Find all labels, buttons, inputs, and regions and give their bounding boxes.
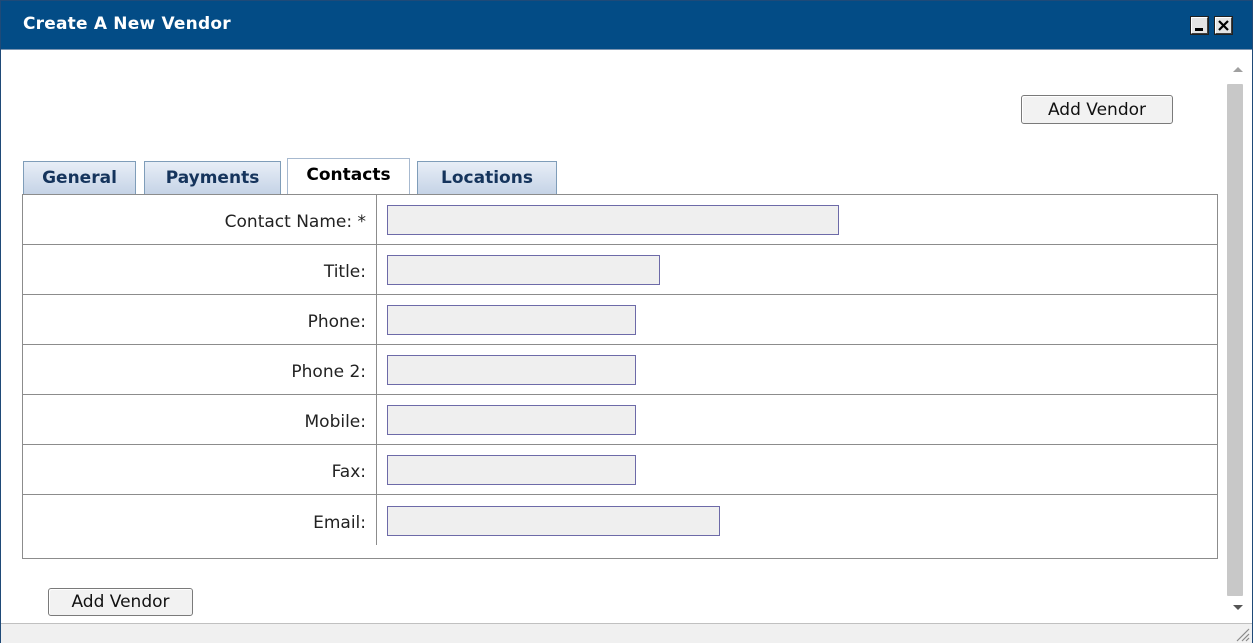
- close-button[interactable]: [1214, 16, 1233, 35]
- label-cell: Contact Name: *: [23, 195, 377, 244]
- form-row-contact-name: Contact Name: *: [23, 195, 1217, 245]
- label-cell: Mobile:: [23, 395, 377, 444]
- mobile-input[interactable]: [387, 405, 636, 435]
- vertical-scrollbar[interactable]: [1227, 50, 1252, 623]
- title-bar[interactable]: Create A New Vendor: [1, 1, 1252, 50]
- form-row-mobile: Mobile:: [23, 395, 1217, 445]
- tab-bar: General Payments Contacts Locations: [23, 158, 623, 196]
- form-row-phone-2: Phone 2:: [23, 345, 1217, 395]
- phone-input[interactable]: [387, 305, 636, 335]
- email-input[interactable]: [387, 506, 720, 536]
- tab-locations[interactable]: Locations: [417, 161, 557, 194]
- label-cell: Email:: [23, 495, 377, 545]
- vendor-dialog: Create A New Vendor Add Vendor General P…: [0, 0, 1253, 643]
- minimize-button[interactable]: [1190, 16, 1209, 35]
- fax-input[interactable]: [387, 455, 636, 485]
- title-label: Title:: [323, 262, 366, 282]
- phone-label: Phone:: [307, 312, 366, 332]
- contacts-form: Contact Name: * Title: Phone: Phone 2: M…: [22, 194, 1218, 559]
- form-row-title: Title:: [23, 245, 1217, 295]
- form-row-phone: Phone:: [23, 295, 1217, 345]
- label-cell: Phone:: [23, 295, 377, 344]
- phone-2-input[interactable]: [387, 355, 636, 385]
- title-input[interactable]: [387, 255, 660, 285]
- tab-contacts[interactable]: Contacts: [287, 158, 410, 196]
- add-vendor-button-top[interactable]: Add Vendor: [1021, 95, 1173, 124]
- scrollbar-thumb[interactable]: [1227, 84, 1243, 596]
- scroll-up-icon[interactable]: [1233, 67, 1243, 72]
- phone-2-label: Phone 2:: [291, 362, 366, 382]
- mobile-label: Mobile:: [304, 412, 367, 432]
- form-row-email: Email:: [23, 495, 1217, 545]
- scroll-down-icon[interactable]: [1233, 605, 1243, 610]
- email-label: Email:: [313, 513, 366, 533]
- form-row-fax: Fax:: [23, 445, 1217, 495]
- tab-payments[interactable]: Payments: [144, 161, 281, 194]
- resize-grip-icon[interactable]: [1234, 626, 1250, 642]
- add-vendor-button-bottom[interactable]: Add Vendor: [48, 588, 193, 616]
- window-title: Create A New Vendor: [23, 14, 231, 34]
- contact-name-label: Contact Name: *: [224, 212, 366, 232]
- fax-label: Fax:: [331, 462, 366, 482]
- label-cell: Phone 2:: [23, 345, 377, 394]
- close-icon: [1218, 20, 1229, 31]
- dialog-content: Add Vendor General Payments Contacts Loc…: [1, 50, 1227, 623]
- minimize-icon: [1195, 28, 1203, 31]
- label-cell: Title:: [23, 245, 377, 294]
- label-cell: Fax:: [23, 445, 377, 494]
- contact-name-input[interactable]: [387, 205, 839, 235]
- tab-general[interactable]: General: [23, 161, 136, 194]
- status-bar: [1, 623, 1252, 643]
